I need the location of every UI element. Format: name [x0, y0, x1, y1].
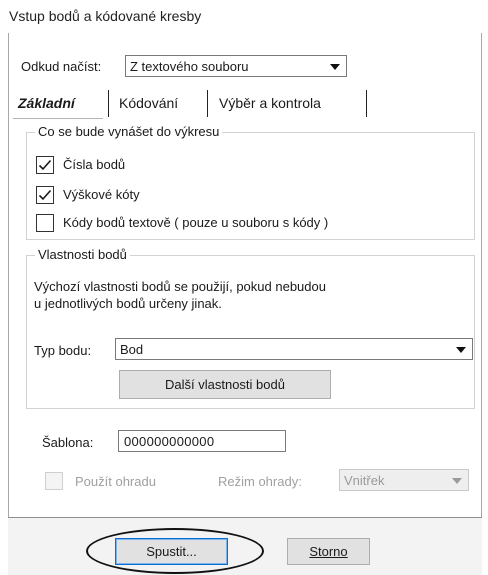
- point-numbers-label: Čísla bodů: [63, 157, 126, 172]
- chevron-down-icon: [330, 64, 340, 70]
- more-point-properties-button[interactable]: Další vlastnosti bodů: [119, 370, 331, 399]
- elevation-labels-label: Výškové kóty: [63, 187, 140, 202]
- cancel-button[interactable]: Storno: [287, 538, 370, 565]
- tab-coding[interactable]: Kódování: [119, 90, 178, 116]
- source-select[interactable]: Z textového souboru: [125, 55, 347, 77]
- template-label: Šablona:: [42, 435, 94, 450]
- plot-options-title: Co se bude vynášet do výkresu: [35, 124, 223, 139]
- point-type-value: Bod: [120, 341, 144, 357]
- point-codes-text-label: Kódy bodů textově ( pouze u souboru s kó…: [63, 215, 329, 230]
- point-type-select[interactable]: Bod: [115, 338, 473, 360]
- check-icon: [38, 189, 52, 201]
- checkbox-point-numbers[interactable]: [36, 156, 54, 174]
- fence-mode-select[interactable]: Vnitřek: [339, 469, 469, 491]
- check-icon: [38, 159, 52, 171]
- properties-description-line-1: Výchozí vlastnosti bodů se použijí, poku…: [34, 279, 326, 294]
- checkbox-use-fence[interactable]: [45, 472, 63, 490]
- properties-description-line-2: u jednotlivých bodů určeny jinak.: [34, 296, 222, 311]
- tab-separator: [366, 90, 367, 117]
- tab-selection-check[interactable]: Výběr a kontrola: [219, 90, 321, 116]
- use-fence-label: Použít ohradu: [75, 474, 156, 489]
- point-type-label: Typ bodu:: [34, 343, 92, 358]
- highlight-ellipse: [86, 528, 264, 574]
- point-properties-title: Vlastnosti bodů: [35, 247, 130, 262]
- checkbox-point-codes-text[interactable]: [36, 214, 54, 232]
- tab-separator: [108, 90, 109, 117]
- chevron-down-icon: [456, 347, 466, 353]
- source-select-value: Z textového souboru: [130, 58, 249, 74]
- chevron-down-icon: [452, 478, 462, 484]
- fence-mode-value: Vnitřek: [344, 472, 385, 488]
- window-title: Vstup bodů a kódované kresby: [9, 8, 202, 24]
- cancel-button-label: Storno: [309, 544, 348, 559]
- tab-separator: [207, 90, 208, 117]
- source-label: Odkud načíst:: [21, 59, 102, 74]
- template-input[interactable]: 000000000000: [118, 430, 286, 452]
- fence-mode-label: Režim ohrady:: [218, 474, 302, 489]
- tab-basic[interactable]: Základní: [18, 90, 75, 116]
- checkbox-elevation-labels[interactable]: [36, 186, 54, 204]
- active-tab-indicator: [13, 118, 103, 119]
